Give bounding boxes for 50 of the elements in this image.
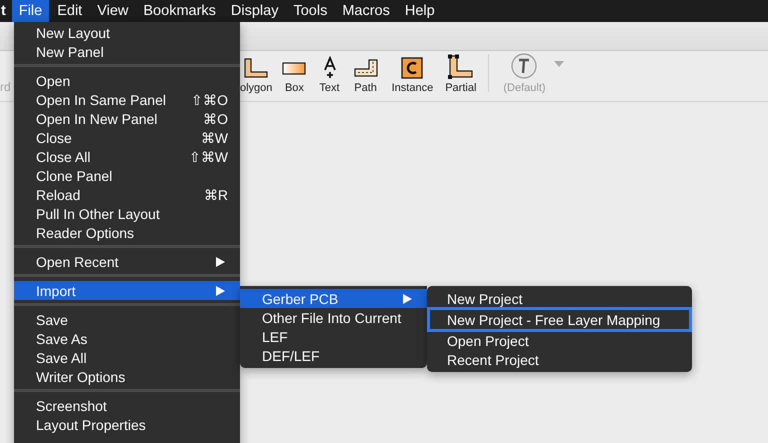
caret-icon[interactable] <box>554 61 564 67</box>
shortcut-label: ⇧⌘W <box>188 148 228 164</box>
menu-item[interactable]: New Project - Free Layer Mapping <box>430 310 689 329</box>
menu-item[interactable]: Open <box>14 71 240 90</box>
menu-item[interactable]: Gerber PCB <box>240 289 427 308</box>
menu-item[interactable]: DEF/LEF <box>240 346 427 365</box>
menu-item[interactable]: New Layout <box>14 23 240 42</box>
menu-item[interactable]: Screenshot <box>14 396 240 415</box>
menu-item[interactable]: Close ⌘W <box>14 128 240 147</box>
menu-bar-item[interactable]: Edit <box>50 0 90 22</box>
shortcut-label: ⌘W <box>200 130 228 146</box>
menu-bar-item[interactable]: Display <box>224 0 286 22</box>
menu-item[interactable]: Import <box>14 281 240 300</box>
menu-bar-item[interactable]: Help <box>398 0 442 22</box>
menu-item[interactable]: Open In New Panel ⌘O <box>14 109 240 128</box>
tool-button[interactable]: olygon <box>238 56 276 94</box>
menu-item[interactable]: New Panel <box>14 42 240 61</box>
shortcut-label: ⌘R <box>204 186 228 202</box>
menu-bar-item[interactable]: Bookmarks <box>136 0 223 22</box>
menu-bar-item[interactable]: Tools <box>286 0 334 22</box>
tool-button[interactable]: Path <box>346 56 386 94</box>
shortcut-label: ⌘O <box>203 110 228 126</box>
menu-item[interactable]: Open Project <box>427 331 692 350</box>
menu-item[interactable]: Save All <box>14 348 240 367</box>
menu-item[interactable]: Clone Panel <box>14 166 240 185</box>
menu-item[interactable]: Open In Same Panel ⇧⌘O <box>14 90 240 109</box>
tool-button[interactable]: Box <box>275 56 314 94</box>
menu-item[interactable]: Other File Into Current <box>240 308 427 327</box>
tool-button[interactable]: Partial <box>439 54 482 94</box>
menu-item[interactable]: Reader Options <box>14 223 240 242</box>
shortcut-label: ⇧⌘O <box>191 92 228 108</box>
menu-bar-item[interactable]: File <box>12 0 50 22</box>
instance-icon <box>400 56 424 80</box>
menu-item[interactable]: Close All ⇧⌘W <box>14 147 240 166</box>
menu-item[interactable]: New Project <box>427 289 692 308</box>
menu-bar-item[interactable]: Macros <box>335 0 397 22</box>
menu-item[interactable]: Writer Options <box>14 367 240 386</box>
menu-item[interactable]: Open Recent <box>14 252 240 271</box>
tool-label: rd <box>0 80 11 94</box>
menu-item[interactable]: Pull In Other Layout <box>14 204 240 223</box>
tool-button[interactable]: Instance <box>386 56 440 94</box>
menu-item[interactable]: Reload ⌘R <box>14 185 240 204</box>
menu-bar-item[interactable]: t <box>0 0 11 22</box>
menu-item[interactable]: Save As <box>14 329 240 348</box>
menu-item[interactable]: LEF <box>240 327 427 346</box>
menu-item[interactable]: Layout Properties <box>14 415 240 434</box>
menu-item[interactable]: Recent Project <box>427 350 692 369</box>
tool-button[interactable]: Text <box>313 56 346 94</box>
menu-item[interactable]: Save <box>14 310 240 329</box>
menu-bar-item[interactable]: View <box>90 0 136 22</box>
